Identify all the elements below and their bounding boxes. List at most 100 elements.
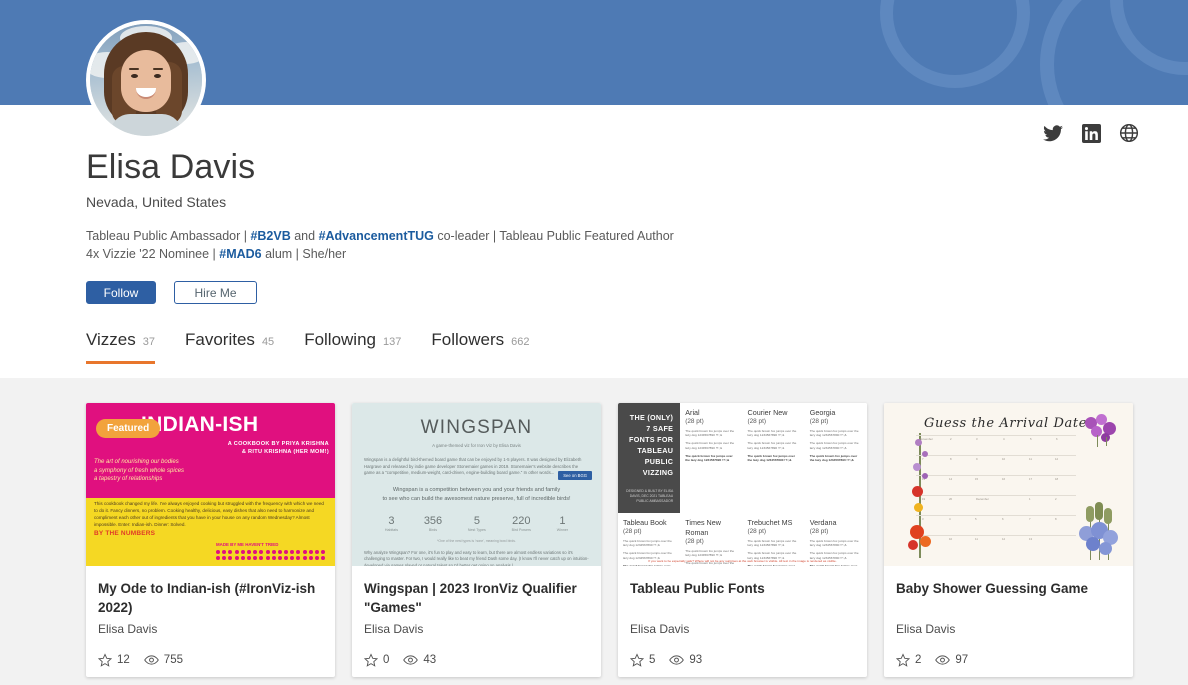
thumb-stat-label: Habitats — [384, 527, 399, 532]
font-sample: The quick brown fox jumps over the lazy … — [809, 539, 859, 548]
font-name: Courier New — [747, 408, 788, 417]
flower-decoration — [915, 439, 922, 446]
viz-card-body: Baby Shower Guessing Game Elisa Davis 2 … — [884, 566, 1133, 677]
viz-author[interactable]: Elisa Davis — [98, 622, 323, 636]
font-sample: The quick brown fox jumps over the lazy … — [809, 429, 859, 438]
twitter-icon[interactable] — [1042, 122, 1064, 144]
avatar-photo — [90, 24, 202, 136]
star-icon — [896, 653, 910, 667]
thumb-footer-note: If you want to be especially safe? Where… — [648, 559, 837, 563]
favorite-count[interactable]: 5 — [630, 653, 655, 667]
website-icon[interactable] — [1118, 122, 1140, 144]
thumb-tagline: Wingspan is a competition between you an… — [358, 486, 595, 504]
viz-author[interactable]: Elisa Davis — [630, 622, 855, 636]
tab-following[interactable]: Following 137 — [304, 330, 401, 364]
font-sample: The quick brown fox jumps over the lazy … — [747, 441, 797, 450]
favorite-count[interactable]: 2 — [896, 653, 921, 667]
viz-title[interactable]: Tableau Public Fonts — [630, 579, 855, 617]
tab-favorites[interactable]: Favorites 45 — [185, 330, 274, 364]
avatar[interactable] — [86, 20, 206, 140]
thumb-stat-label: Winner — [556, 527, 569, 532]
viz-stats: 12 755 — [98, 653, 323, 667]
font-sample: The quick brown fox jumps over the lazy … — [809, 441, 859, 450]
viz-author[interactable]: Elisa Davis — [896, 622, 1121, 636]
flower-decoration — [913, 463, 921, 471]
thumb-subtitle: A game-themed viz for Iron Viz by Elisa … — [432, 443, 521, 448]
tab-count: 662 — [511, 336, 530, 348]
tab-vizzes[interactable]: Vizzes 37 — [86, 330, 156, 364]
font-sample: The quick brown fox jumps over the lazy … — [747, 429, 797, 438]
linkedin-icon[interactable] — [1080, 122, 1102, 144]
font-size: (28 pt) — [747, 418, 766, 425]
font-size: (28 pt) — [685, 418, 704, 425]
viz-card[interactable]: THE (ONLY) 7 SAFE FONTS FOR TABLEAU PUBL… — [618, 403, 867, 677]
viz-thumbnail[interactable]: WINGSPAN A game-themed viz for Iron Viz … — [352, 403, 601, 566]
font-sample: The quick brown fox jumps over the lazy … — [685, 429, 735, 438]
thumb-headline: WINGSPAN — [420, 417, 533, 438]
thumb-stat-value: 5 — [473, 514, 480, 527]
tab-followers[interactable]: Followers 662 — [431, 330, 529, 364]
font-size: (28 pt) — [747, 528, 766, 535]
viz-title[interactable]: My Ode to Indian-ish (#IronViz-ish 2022) — [98, 579, 323, 617]
thumb-stat-value: 1 — [559, 514, 566, 527]
view-count-value: 93 — [689, 654, 703, 666]
bio-text: Tableau Public Ambassador | — [86, 229, 251, 243]
hire-me-button[interactable]: Hire Me — [174, 281, 257, 304]
flower-bouquet-bottom-right — [1077, 502, 1123, 562]
eye-icon — [669, 655, 685, 665]
thumb-bgg-button[interactable]: See on BGG — [558, 471, 592, 480]
font-name: Tableau Book — [623, 518, 667, 527]
viz-card-list: Featured INDIAN-ISH A COOKBOOK BY PRIYA … — [86, 403, 1133, 677]
flower-decoration — [912, 486, 923, 497]
bio-text: alum | She/her — [261, 247, 347, 261]
thumb-subtitle-line: A COOKBOOK BY PRIYA KRISHNA — [227, 441, 329, 447]
tab-label: Vizzes — [86, 330, 136, 349]
font-name: Times New Roman — [685, 518, 721, 537]
thumb-stat-value: 220 — [512, 514, 531, 527]
flower-decoration — [922, 473, 928, 479]
bio-link-advancementtug[interactable]: #AdvancementTUG — [319, 229, 434, 243]
follow-button[interactable]: Follow — [86, 281, 156, 304]
thumb-stat-label: Birds — [428, 527, 438, 532]
font-size: (28 pt) — [809, 528, 829, 535]
viz-title[interactable]: Baby Shower Guessing Game — [896, 579, 1121, 617]
favorite-count[interactable]: 0 — [364, 653, 389, 667]
viz-thumbnail[interactable]: Guess the Arrival Date November December… — [884, 403, 1133, 566]
profile-actions: Follow Hire Me — [86, 281, 257, 304]
viz-card[interactable]: WINGSPAN A game-themed viz for Iron Viz … — [352, 403, 601, 677]
viz-author[interactable]: Elisa Davis — [364, 622, 589, 636]
profile-bio: Tableau Public Ambassador | #B2VB and #A… — [86, 227, 906, 263]
viz-card[interactable]: Guess the Arrival Date November December… — [884, 403, 1133, 677]
banner-circle-decoration — [880, 0, 1030, 88]
calendar-month-label: November — [920, 437, 933, 441]
view-count: 93 — [669, 653, 702, 667]
featured-badge: Featured — [96, 419, 161, 438]
favorite-count-value: 5 — [649, 654, 656, 666]
bio-link-b2vb[interactable]: #B2VB — [250, 229, 290, 243]
thumb-legend-nottried: HAVEN'T TRIED — [245, 542, 279, 547]
profile-tabs: Vizzes 37 Favorites 45 Following 137 Fol… — [86, 330, 529, 364]
font-specimen: Courier New (28 pt) The quick brown fox … — [743, 403, 805, 513]
font-sample: The quick brown fox jumps over the lazy … — [747, 453, 795, 463]
tab-label: Followers — [431, 330, 505, 349]
viz-thumbnail[interactable]: Featured INDIAN-ISH A COOKBOOK BY PRIYA … — [86, 403, 335, 566]
thumb-stat-row: 3 Habitats 356 Birds 5 Nest Types 220 Bi… — [358, 515, 595, 532]
thumb-subtitle: A COOKBOOK BY PRIYA KRISHNA & RITU KRISH… — [228, 440, 329, 456]
profile-info: Elisa Davis Nevada, United States Tablea… — [86, 145, 906, 263]
viz-thumbnail[interactable]: THE (ONLY) 7 SAFE FONTS FOR TABLEAU PUBL… — [618, 403, 867, 566]
profile-bio-line-2: 4x Vizzie '22 Nominee | #MAD6 alum | She… — [86, 245, 906, 263]
page-title: Elisa Davis — [86, 148, 256, 186]
view-count: 97 — [935, 653, 968, 667]
thumb-stat: 1 Winner — [557, 515, 568, 532]
tab-count: 37 — [142, 336, 156, 348]
font-size: (28 pt) — [809, 418, 829, 425]
font-sample: The quick brown fox jumps over the lazy … — [685, 549, 735, 558]
viz-card-body: Tableau Public Fonts Elisa Davis 5 93 — [618, 566, 867, 677]
bio-link-mad6[interactable]: #MAD6 — [219, 247, 261, 261]
font-specimen: Georgia (28 pt) The quick brown fox jump… — [805, 403, 867, 513]
favorite-count-value: 12 — [117, 654, 130, 666]
viz-card[interactable]: Featured INDIAN-ISH A COOKBOOK BY PRIYA … — [86, 403, 335, 677]
thumb-hero-panel: THE (ONLY) 7 SAFE FONTS FOR TABLEAU PUBL… — [618, 403, 681, 513]
favorite-count[interactable]: 12 — [98, 653, 130, 667]
viz-title[interactable]: Wingspan | 2023 IronViz Qualifier "Games… — [364, 579, 589, 617]
